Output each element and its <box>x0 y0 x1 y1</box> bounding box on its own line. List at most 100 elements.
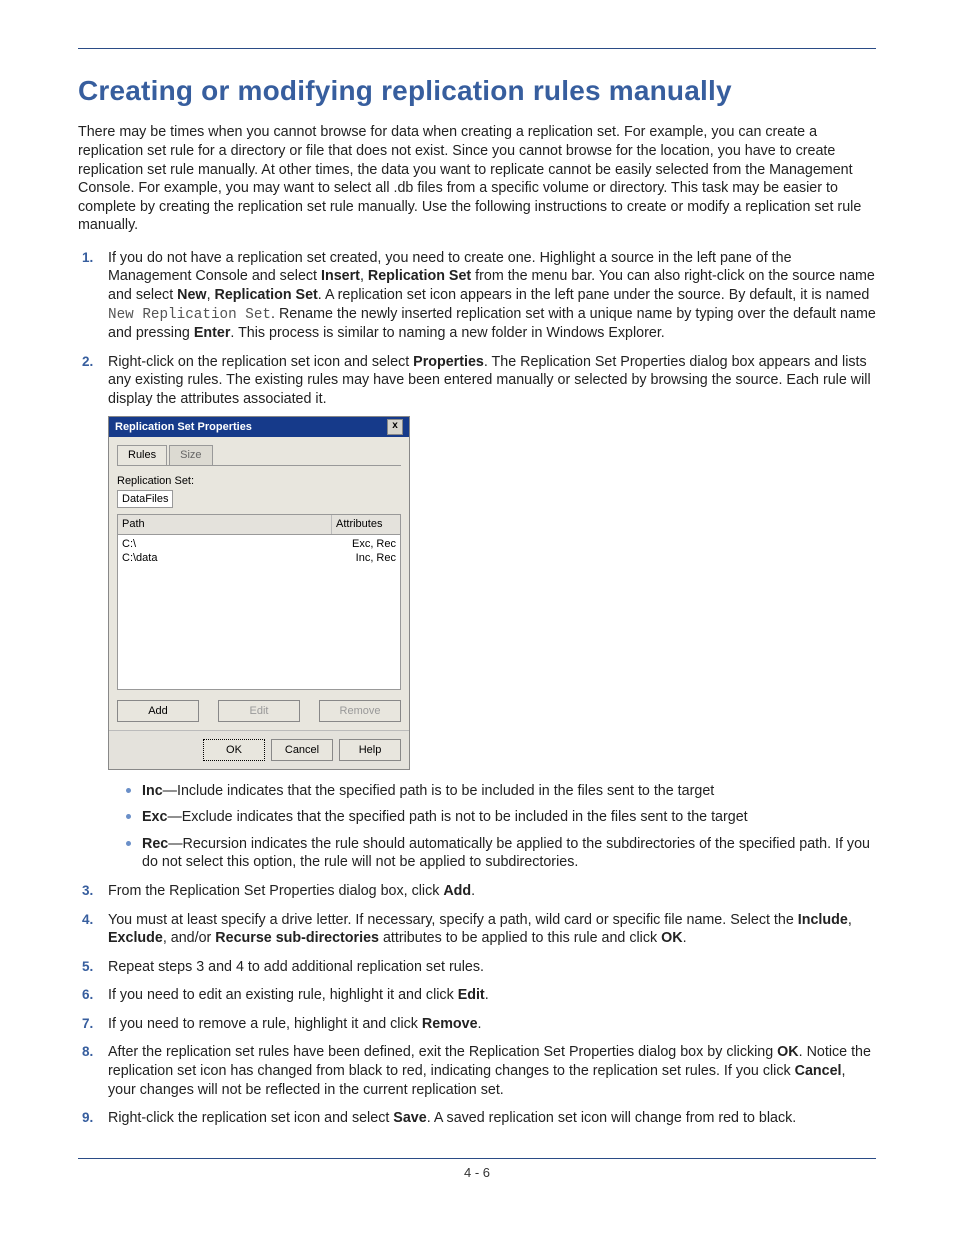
column-path[interactable]: Path <box>118 515 332 533</box>
rules-list[interactable]: C:\ Exc, Rec C:\data Inc, Rec <box>117 535 401 690</box>
label-replication-set: Replication Set: <box>117 474 401 488</box>
step-number: 7. <box>82 1015 93 1033</box>
bold-enter: Enter <box>194 325 231 341</box>
step-5: 5. Repeat steps 3 and 4 to add additional… <box>78 958 876 977</box>
step-1: 1. If you do not have a replication set … <box>78 249 876 343</box>
bold-new: New <box>177 287 206 303</box>
step-4: 4. You must at least specify a drive lett… <box>78 911 876 948</box>
rule-attributes: Exc, Rec <box>336 537 396 551</box>
bold-replication-set: Replication Set <box>368 268 471 284</box>
bold-properties: Properties <box>413 354 484 370</box>
text: . <box>471 883 475 899</box>
tab-strip: Rules Size <box>117 445 401 465</box>
bold-rec: Rec <box>142 836 168 852</box>
close-button[interactable]: x <box>387 419 403 435</box>
tab-rules[interactable]: Rules <box>117 445 167 464</box>
bold-include: Include <box>798 912 848 928</box>
bold-save: Save <box>393 1110 426 1126</box>
bold-edit: Edit <box>458 987 485 1003</box>
remove-button[interactable]: Remove <box>319 700 401 722</box>
column-attributes[interactable]: Attributes <box>332 515 400 533</box>
text: . A saved replication set icon will chan… <box>427 1110 797 1126</box>
text: —Exclude indicates that the specified pa… <box>167 809 747 825</box>
text: . <box>478 1016 482 1032</box>
text: attributes to be applied to this rule an… <box>379 930 661 946</box>
step-number: 2. <box>82 353 93 371</box>
cancel-button[interactable]: Cancel <box>271 739 333 761</box>
step-7: 7. If you need to remove a rule, highligh… <box>78 1015 876 1034</box>
dialog-body: Rules Size Replication Set: DataFiles Pa… <box>109 437 409 729</box>
edit-button[interactable]: Edit <box>218 700 300 722</box>
step-number: 6. <box>82 986 93 1004</box>
step-2: 2. Right-click on the replication set ic… <box>78 353 876 872</box>
text: —Recursion indicates the rule should aut… <box>142 836 870 871</box>
rule-attributes: Inc, Rec <box>336 551 396 565</box>
bold-ok: OK <box>777 1044 798 1060</box>
bold-ok: OK <box>661 930 682 946</box>
page-heading: Creating or modifying replication rules … <box>78 73 876 109</box>
add-button[interactable]: Add <box>117 700 199 722</box>
step-number: 4. <box>82 911 93 929</box>
def-rec: Rec—Recursion indicates the rule should … <box>108 835 876 872</box>
step-3: 3. From the Replication Set Properties di… <box>78 882 876 901</box>
text: . This process is similar to naming a ne… <box>230 325 664 341</box>
text: , and/or <box>163 930 215 946</box>
rule-path: C:\data <box>122 551 336 565</box>
dialog-inner-buttons: Add Edit Remove <box>117 700 401 722</box>
text: Right-click the replication set icon and… <box>108 1110 393 1126</box>
bold-replication-set: Replication Set <box>215 287 318 303</box>
list-item[interactable]: C:\ Exc, Rec <box>122 537 396 551</box>
text: . <box>485 987 489 1003</box>
attribute-definitions: Inc—Include indicates that the specified… <box>108 782 876 872</box>
text: —Include indicates that the specified pa… <box>163 783 715 799</box>
step-6: 6. If you need to edit an existing rule, … <box>78 986 876 1005</box>
text: If you need to edit an existing rule, hi… <box>108 987 458 1003</box>
text: Right-click on the replication set icon … <box>108 354 413 370</box>
text: . A replication set icon appears in the … <box>318 287 870 303</box>
list-item[interactable]: C:\data Inc, Rec <box>122 551 396 565</box>
dialog-footer-buttons: OK Cancel Help <box>109 730 409 769</box>
top-rule <box>78 48 876 49</box>
dialog-title: Replication Set Properties <box>115 420 252 434</box>
step-number: 5. <box>82 958 93 976</box>
bold-cancel: Cancel <box>795 1063 842 1079</box>
tab-size[interactable]: Size <box>169 445 212 464</box>
bold-inc: Inc <box>142 783 163 799</box>
text: After the replication set rules have bee… <box>108 1044 777 1060</box>
text: Repeat steps 3 and 4 to add additional r… <box>108 959 484 975</box>
bottom-rule <box>78 1158 876 1159</box>
step-number: 1. <box>82 249 93 267</box>
def-exc: Exc—Exclude indicates that the specified… <box>108 808 876 827</box>
text: From the Replication Set Properties dial… <box>108 883 443 899</box>
step-9: 9. Right-click the replication set icon a… <box>78 1109 876 1128</box>
step-8: 8. After the replication set rules have b… <box>78 1043 876 1099</box>
text: . <box>683 930 687 946</box>
bold-exc: Exc <box>142 809 167 825</box>
text: If you need to remove a rule, highlight … <box>108 1016 422 1032</box>
replication-set-properties-dialog: Replication Set Properties x Rules Size … <box>108 416 410 769</box>
page-number: 4 - 6 <box>78 1165 876 1182</box>
help-button[interactable]: Help <box>339 739 401 761</box>
text: You must at least specify a drive letter… <box>108 912 798 928</box>
text: , <box>360 268 368 284</box>
bold-recurse: Recurse sub-directories <box>215 930 379 946</box>
page: Creating or modifying replication rules … <box>0 0 954 1214</box>
bold-add: Add <box>443 883 471 899</box>
rule-path: C:\ <box>122 537 336 551</box>
mono-default-name: New Replication Set <box>108 307 271 323</box>
step-number: 9. <box>82 1109 93 1127</box>
ok-button[interactable]: OK <box>203 739 265 761</box>
text: , <box>207 287 215 303</box>
text: , <box>848 912 852 928</box>
step-number: 8. <box>82 1043 93 1061</box>
def-inc: Inc—Include indicates that the specified… <box>108 782 876 801</box>
intro-paragraph: There may be times when you cannot brows… <box>78 123 876 234</box>
replication-set-name: DataFiles <box>117 490 173 508</box>
dialog-titlebar: Replication Set Properties x <box>109 417 409 437</box>
bold-insert: Insert <box>321 268 360 284</box>
step-number: 3. <box>82 882 93 900</box>
steps-list: 1. If you do not have a replication set … <box>78 249 876 1128</box>
bold-remove: Remove <box>422 1016 478 1032</box>
bold-exclude: Exclude <box>108 930 163 946</box>
list-header: Path Attributes <box>117 514 401 534</box>
